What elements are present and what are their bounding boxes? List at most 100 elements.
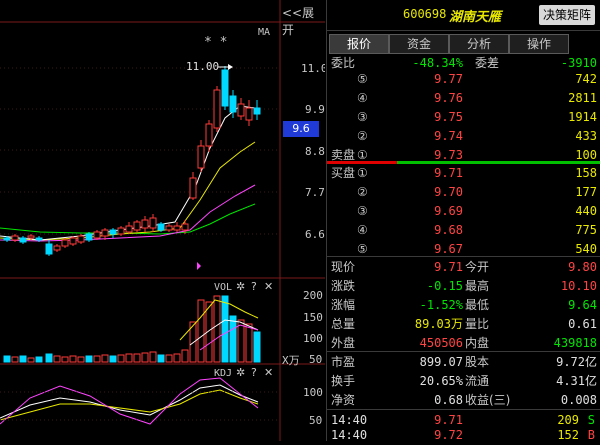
volume-bar	[11, 356, 19, 363]
candle-body	[93, 231, 101, 239]
order-volume: 742	[575, 72, 597, 86]
volume-bar	[221, 295, 229, 363]
stats-label: 换手	[331, 374, 356, 388]
candle-body	[173, 225, 181, 231]
tick-row: 14:40 9.72 152 B	[327, 426, 600, 445]
candle-body	[205, 123, 213, 147]
order-price: 9.77	[434, 72, 463, 86]
quote-label: 涨跌	[331, 279, 356, 293]
order-price: 9.76	[434, 91, 463, 105]
stats-value: 4.31亿	[556, 374, 597, 388]
candle-body	[117, 227, 125, 235]
tab-funds[interactable]: 资金	[389, 34, 449, 54]
stock-header: 600698 湖南天雁 决策矩阵	[327, 0, 600, 30]
stats-row: 换手 20.65% 流通 4.31亿	[327, 372, 600, 391]
tab-operation[interactable]: 操作	[509, 34, 569, 54]
vol-axis-label: 200	[303, 289, 323, 302]
quote-row: 现价 9.71 今开 9.80	[327, 258, 600, 277]
order-price: 9.70	[434, 185, 463, 199]
stats-label: 股本	[465, 355, 490, 369]
quote-label: 现价	[331, 260, 356, 274]
quote-label: 最高	[465, 279, 490, 293]
kdj-title: KDJ	[214, 368, 233, 379]
tick-price: 9.72	[434, 428, 463, 442]
volume-bar	[19, 355, 27, 363]
volume-bar	[157, 354, 165, 363]
volume-bar	[69, 355, 77, 363]
star-markers: * *	[204, 35, 228, 50]
candle-body	[101, 229, 109, 237]
order-price: 9.74	[434, 129, 463, 143]
quote-value: 10.10	[560, 279, 597, 293]
order-volume: 177	[575, 185, 597, 199]
candle-body	[19, 237, 27, 243]
quote-value: 9.71	[434, 260, 463, 274]
candle-body	[11, 235, 19, 241]
order-level: ④	[357, 91, 368, 105]
order-row: 买盘 ① 9.71 158	[327, 164, 600, 183]
price-axis-label: 11.0	[301, 62, 325, 75]
order-level: ②	[357, 185, 368, 199]
candle-body	[221, 69, 229, 107]
volume-bar	[35, 356, 43, 363]
volume-bar	[165, 354, 173, 363]
ma-label: MA	[258, 27, 271, 38]
help-icon[interactable]: ?	[251, 366, 257, 379]
quote-label: 最低	[465, 298, 490, 312]
tick-side: B	[587, 428, 595, 442]
price-axis-label: 6.6	[305, 228, 325, 241]
volume-bar	[93, 355, 101, 363]
quote-panel: 600698 湖南天雁 决策矩阵 报价 资金 分析 操作 委比 -48.34% …	[326, 0, 600, 442]
tab-bar: 报价 资金 分析 操作	[327, 34, 600, 54]
vol-axis-label: 100	[303, 332, 323, 345]
volume-bar	[3, 355, 11, 363]
stats-label: 净资	[331, 393, 356, 407]
candle-body	[3, 237, 11, 241]
candle-body	[245, 107, 253, 121]
order-row: ② 9.70 177	[327, 183, 600, 202]
tick-time: 14:40	[331, 428, 368, 442]
stats-label: 收益(三)	[465, 393, 511, 407]
close-icon[interactable]: ✕	[264, 366, 273, 379]
candle-body	[109, 229, 117, 235]
settings-gear-icon[interactable]: ✲	[236, 366, 245, 379]
order-volume: 440	[575, 204, 597, 218]
volume-bar	[61, 356, 69, 363]
close-icon[interactable]: ✕	[264, 280, 273, 293]
volume-bar	[109, 355, 117, 363]
candle-body	[125, 225, 133, 233]
order-price: 9.69	[434, 204, 463, 218]
stats-value: 0.68	[434, 393, 463, 407]
kline-chart-area[interactable]: <<展开 MA * * 11.00 11.0 9.9 8.8 7.7 6.6 9…	[0, 0, 325, 441]
settings-gear-icon[interactable]: ✲	[236, 280, 245, 293]
candle-body	[237, 103, 245, 117]
volume-bar	[245, 323, 253, 363]
quote-label: 总量	[331, 317, 356, 331]
quote-row: 涨幅 -1.52% 最低 9.64	[327, 296, 600, 315]
price-axis-label: 8.8	[305, 145, 325, 158]
kline-chart-canvas[interactable]	[0, 0, 325, 441]
order-row: ④ 9.68 775	[327, 221, 600, 240]
kdj-axis-label: 50	[309, 414, 323, 427]
order-level: ②	[357, 129, 368, 143]
kdj-axis-label: 100	[303, 386, 323, 399]
help-icon[interactable]: ?	[251, 280, 257, 293]
expand-button[interactable]: <<展开	[282, 4, 325, 38]
quote-value: 9.64	[568, 298, 597, 312]
order-volume: 775	[575, 223, 597, 237]
price-axis-label: 9.9	[305, 103, 325, 116]
order-row: ③ 9.75 1914	[327, 108, 600, 127]
decision-matrix-button[interactable]: 决策矩阵	[539, 5, 595, 25]
tab-quote[interactable]: 报价	[329, 34, 389, 54]
tab-analysis[interactable]: 分析	[449, 34, 509, 54]
volume-bar	[27, 357, 35, 363]
tick-volume: 152	[557, 428, 579, 442]
order-level: ④	[357, 223, 368, 237]
stock-name: 湖南天雁	[449, 10, 502, 25]
candle-body	[181, 223, 189, 231]
current-price-tag: 9.6	[283, 121, 319, 137]
order-level: ③	[357, 110, 368, 124]
order-level: ⑤	[357, 72, 368, 86]
volume-bar	[125, 353, 133, 363]
candle-body	[229, 95, 237, 113]
